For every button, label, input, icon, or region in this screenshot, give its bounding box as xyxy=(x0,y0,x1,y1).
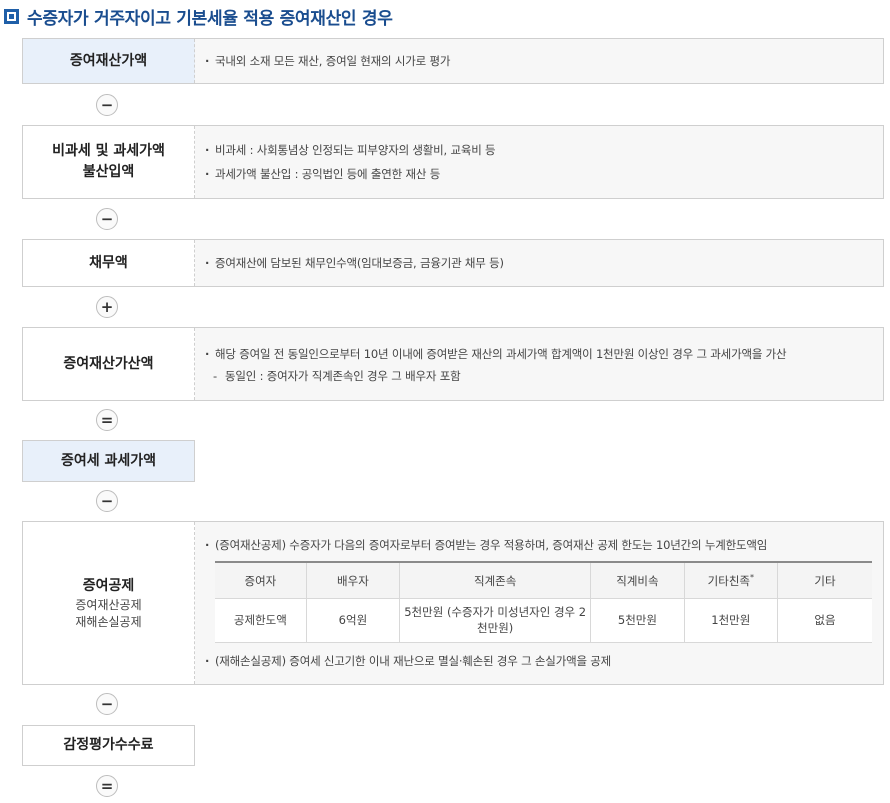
gift-value-label-cell: 증여재산가액 xyxy=(23,39,195,83)
table-cell: 6억원 xyxy=(305,597,401,643)
equals-operator: = xyxy=(96,409,118,431)
square-bullet-icon xyxy=(4,8,19,24)
footnote-mark: * xyxy=(749,572,754,582)
taxable-value-box: 증여세 과세가액 xyxy=(22,440,195,482)
minus-operator: − xyxy=(96,693,118,715)
debt-label-cell: 채무액 xyxy=(23,240,195,286)
debt-content: 증여재산에 담보된 채무인수액(임대보증금, 금융기관 채무 등) xyxy=(195,240,883,286)
nontax-row: 비과세 및 과세가액 불산입액 비과세 : 사회통념상 인정되는 피부양자의 생… xyxy=(22,125,884,199)
gift-value-label: 증여재산가액 xyxy=(69,52,148,69)
deduction-table: 증여자 배우자 직계존속 직계비속 기타친족* 기타 공제한도액 6억원 5천만… xyxy=(215,561,872,643)
table-header-row: 증여자 배우자 직계존속 직계비속 기타친족* 기타 xyxy=(215,561,872,599)
table-cell: 1천만원 xyxy=(683,597,779,643)
table-header: 직계비속 xyxy=(590,561,685,599)
gift-value-content: 국내외 소재 모든 재산, 증여일 현재의 시가로 평가 xyxy=(195,39,883,83)
addback-content: 해당 증여일 전 동일인으로부터 10년 이내에 증여받은 재산의 과세가액 합… xyxy=(195,328,883,400)
addback-label-cell: 증여재산가산액 xyxy=(23,328,195,400)
deduction-sub-label: 재해손실공제 xyxy=(75,614,142,629)
debt-label: 채무액 xyxy=(89,254,128,271)
deduction-row: 증여공제 증여재산공제 재해손실공제 (증여재산공제) 수증자가 다음의 증여자… xyxy=(22,521,884,685)
nontax-item: 과세가액 불산입 : 공익법인 등에 출연한 재산 등 xyxy=(205,162,883,186)
addback-sub-item: 동일인 : 증여자가 직계존속인 경우 그 배우자 포함 xyxy=(205,366,883,386)
deduction-label-cell: 증여공제 증여재산공제 재해손실공제 xyxy=(23,522,195,684)
nontax-item: 비과세 : 사회통념상 인정되는 피부양자의 생활비, 교육비 등 xyxy=(205,138,883,162)
section-title: 수증자가 거주자이고 기본세율 적용 증여재산인 경우 xyxy=(4,4,393,29)
table-row: 공제한도액 6억원 5천만원 (수증자가 미성년자인 경우 2천만원) 5천만원… xyxy=(215,597,872,643)
taxable-value-label: 증여세 과세가액 xyxy=(60,452,157,469)
nontax-label-line2: 불산입액 xyxy=(82,164,135,180)
table-cell: 5천만원 (수증자가 미성년자인 경우 2천만원) xyxy=(399,597,592,643)
deduction-label: 증여공제 xyxy=(82,577,135,594)
gift-value-row: 증여재산가액 국내외 소재 모든 재산, 증여일 현재의 시가로 평가 xyxy=(22,38,884,84)
table-cell: 없음 xyxy=(777,597,872,643)
deduction-content: (증여재산공제) 수증자가 다음의 증여자로부터 증여받는 경우 적용하며, 증… xyxy=(195,522,883,684)
minus-operator: − xyxy=(96,490,118,512)
section-title-text: 수증자가 거주자이고 기본세율 적용 증여재산인 경우 xyxy=(27,8,393,29)
minus-operator: − xyxy=(96,208,118,230)
deduction-item-bottom: (재해손실공제) 증여세 신고기한 이내 재난으로 멸실·훼손된 경우 그 손실… xyxy=(205,649,883,673)
nontax-label-line1: 비과세 및 과세가액 xyxy=(52,143,165,159)
addback-label: 증여재산가산액 xyxy=(63,355,154,372)
nontax-content: 비과세 : 사회통념상 인정되는 피부양자의 생활비, 교육비 등 과세가액 불… xyxy=(195,126,883,198)
gift-value-item: 국내외 소재 모든 재산, 증여일 현재의 시가로 평가 xyxy=(205,49,883,73)
appraisal-fee-label: 감정평가수수료 xyxy=(63,737,154,753)
debt-item: 증여재산에 담보된 채무인수액(임대보증금, 금융기관 채무 등) xyxy=(205,251,883,275)
table-cell: 5천만원 xyxy=(590,597,685,643)
table-row-label: 공제한도액 xyxy=(215,597,307,643)
minus-operator: − xyxy=(96,94,118,116)
appraisal-fee-box: 감정평가수수료 xyxy=(22,725,195,766)
table-header: 기타친족* xyxy=(683,561,779,599)
table-header: 기타 xyxy=(777,561,872,599)
table-header: 증여자 xyxy=(215,561,307,599)
addback-item: 해당 증여일 전 동일인으로부터 10년 이내에 증여받은 재산의 과세가액 합… xyxy=(205,342,883,366)
table-header-text: 기타친족 xyxy=(707,573,750,588)
addback-row: 증여재산가산액 해당 증여일 전 동일인으로부터 10년 이내에 증여받은 재산… xyxy=(22,327,884,401)
deduction-item-top: (증여재산공제) 수증자가 다음의 증여자로부터 증여받는 경우 적용하며, 증… xyxy=(205,533,883,557)
equals-operator: = xyxy=(96,775,118,797)
deduction-sub-label: 증여재산공제 xyxy=(75,597,142,612)
plus-operator: + xyxy=(96,296,118,318)
table-header: 배우자 xyxy=(305,561,401,599)
table-header: 직계존속 xyxy=(399,561,592,599)
debt-row: 채무액 증여재산에 담보된 채무인수액(임대보증금, 금융기관 채무 등) xyxy=(22,239,884,287)
nontax-label-cell: 비과세 및 과세가액 불산입액 xyxy=(23,126,195,198)
